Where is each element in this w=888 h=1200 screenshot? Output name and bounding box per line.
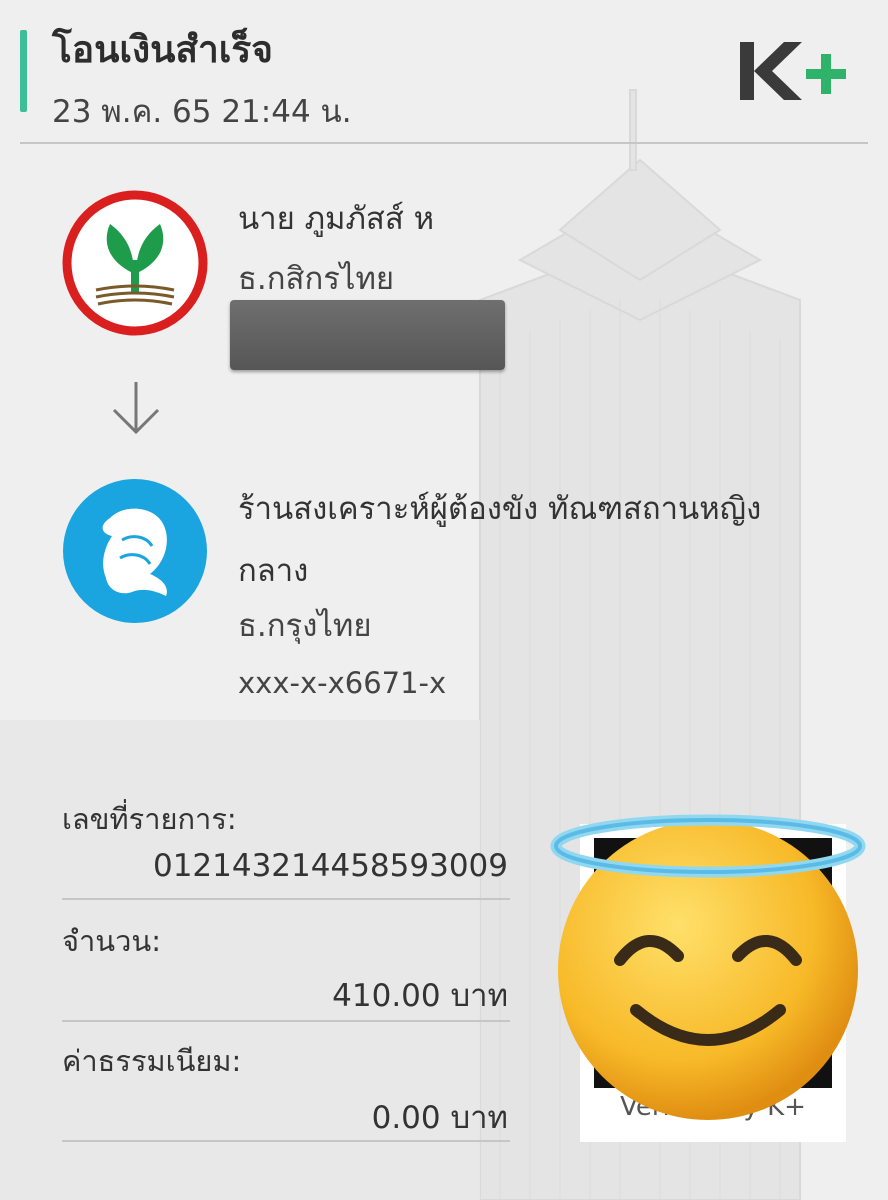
sender-bank: ธ.กสิกรไทย <box>238 261 395 297</box>
fee-value: 0.00 บาท <box>371 1100 508 1136</box>
title-accent-bar <box>20 30 27 112</box>
receiver-name: ร้านสงเคราะห์ผู้ต้องขัง ทัณฑสถานหญิงกลาง <box>238 491 762 589</box>
reference-label: เลขที่รายการ: <box>62 802 237 836</box>
krungthai-bank-logo <box>63 479 207 623</box>
kasikorn-bank-logo <box>62 190 208 336</box>
reference-divider <box>62 898 510 900</box>
receiver-account: xxx-x-x6671-x <box>238 666 447 700</box>
redacted-sender-account <box>230 300 505 370</box>
kplus-logo <box>740 42 846 100</box>
transaction-datetime: 23 พ.ค. 65 21:44 น. <box>52 94 352 130</box>
header-divider <box>20 142 868 144</box>
amount-divider <box>62 1020 510 1022</box>
amount-value: 410.00 บาท <box>332 978 508 1014</box>
reference-value: 012143214458593009 <box>152 848 508 884</box>
smiling-face-with-halo-emoji <box>550 814 866 1120</box>
receiver-bank: ธ.กรุงไทย <box>238 608 372 644</box>
sender-name: นาย ภูมภัสส์ ห <box>238 201 435 237</box>
fee-divider <box>62 1140 510 1142</box>
amount-label: จำนวน: <box>62 924 161 958</box>
fee-label: ค่าธรรมเนียม: <box>62 1044 242 1078</box>
arrow-down-icon <box>112 382 160 435</box>
page-title: โอนเงินสำเร็จ <box>52 28 273 71</box>
